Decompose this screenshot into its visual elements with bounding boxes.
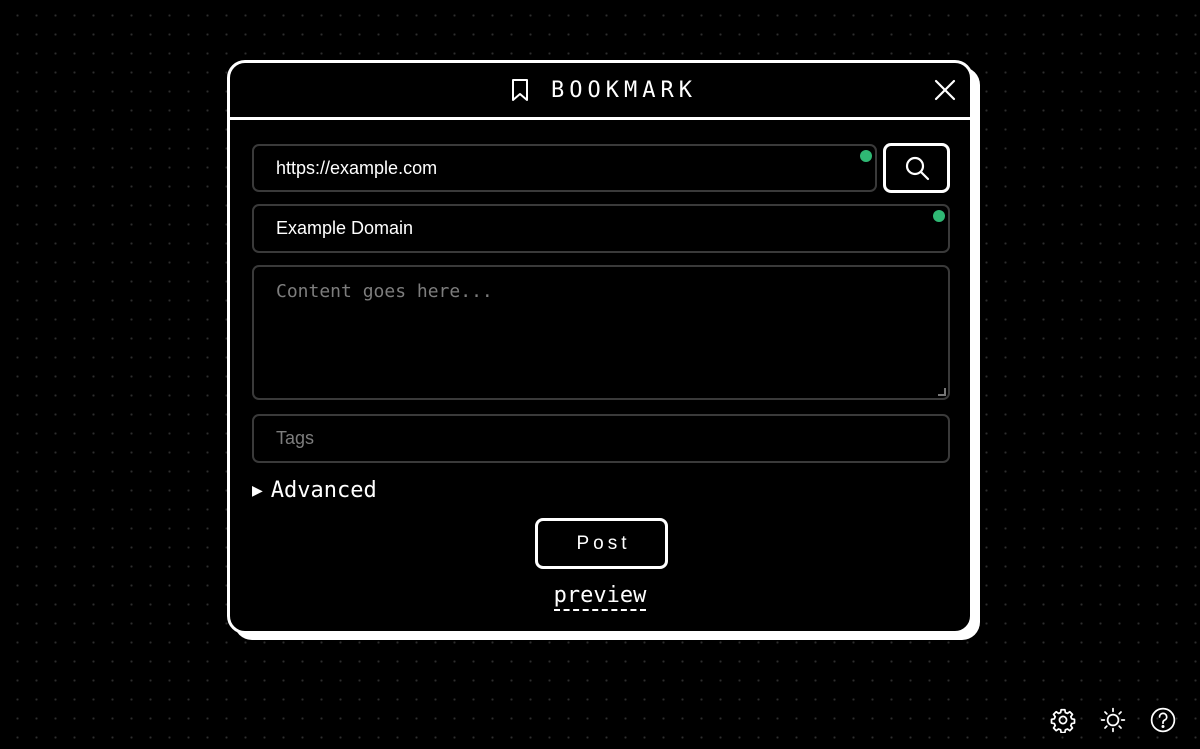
search-icon <box>905 156 929 181</box>
content-textarea[interactable]: Content goes here... <box>252 265 950 400</box>
preview-link[interactable]: preview <box>553 583 647 611</box>
content-placeholder: Content goes here... <box>276 281 493 302</box>
dialog-title-group: BOOKMARK <box>511 78 697 103</box>
tags-input[interactable]: Tags <box>252 414 950 463</box>
sun-icon[interactable] <box>1100 707 1126 733</box>
help-icon[interactable] <box>1150 707 1176 733</box>
url-input[interactable]: https://example.com <box>252 144 877 192</box>
close-icon <box>934 79 956 101</box>
dialog-title: BOOKMARK <box>551 77 697 103</box>
preview-link-wrap: preview <box>230 583 970 611</box>
title-input[interactable]: Example Domain <box>252 204 950 253</box>
post-button[interactable]: Post <box>535 518 668 569</box>
url-value: https://example.com <box>276 157 438 178</box>
url-status-dot <box>860 150 872 162</box>
bookmark-dialog: BOOKMARK https://example.com Example Dom… <box>227 60 973 634</box>
tags-placeholder: Tags <box>276 428 315 448</box>
advanced-toggle[interactable]: ▶ Advanced <box>252 478 377 503</box>
advanced-label: Advanced <box>270 478 377 503</box>
title-value: Example Domain <box>276 218 414 238</box>
textarea-resize-handle[interactable] <box>938 388 946 396</box>
bookmark-icon <box>511 78 529 102</box>
search-button[interactable] <box>883 143 950 193</box>
gear-icon[interactable] <box>1050 707 1076 734</box>
disclosure-triangle-icon: ▶ <box>252 482 263 499</box>
title-status-dot <box>933 210 945 222</box>
close-button[interactable] <box>934 79 956 101</box>
dialog-header: BOOKMARK <box>230 63 970 120</box>
